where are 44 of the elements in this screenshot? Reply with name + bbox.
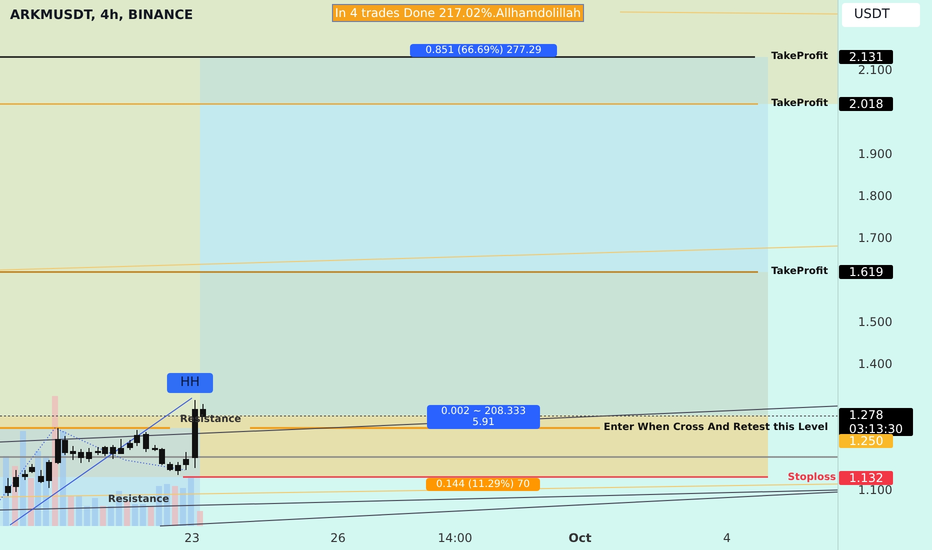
pivot-label: HH — [167, 373, 213, 393]
currency-label: USDT — [842, 3, 920, 27]
candle — [175, 462, 181, 476]
price-axis-label: 2.100 — [858, 63, 892, 77]
chart-annotation: Stoploss — [788, 471, 836, 485]
price-tag: 1.619 — [839, 265, 894, 279]
time-axis-label: 14:00 — [438, 531, 472, 545]
time-axis-label: 4 — [723, 531, 731, 545]
price-tag: 2.018 — [839, 97, 894, 111]
price-tag: 1.132 — [839, 471, 894, 485]
measure-label: 0.002 ~ 208.333 5.91 — [427, 405, 540, 429]
banner-label: In 4 trades Done 217.02%.Allhamdolillah — [332, 4, 584, 22]
chart-annotation: Enter When Cross And Retest this Level — [604, 421, 828, 435]
price-axis-label: 1.800 — [858, 189, 892, 203]
candle — [78, 448, 84, 464]
time-axis-label: 26 — [330, 531, 346, 545]
candle — [167, 462, 173, 472]
price-tag: 2.131 — [839, 50, 894, 64]
price-tag: 1.278 03:13:30 — [839, 408, 913, 436]
price-axis-label: 1.100 — [858, 483, 892, 497]
measure-label: 0.144 (11.29%) 70 — [426, 478, 540, 491]
chart-annotation: TakeProfit — [771, 50, 828, 64]
candle — [183, 452, 189, 470]
candle — [70, 446, 76, 460]
price-tag: 1.250 — [839, 434, 894, 448]
candle — [118, 438, 124, 454]
price-axis-label: 1.500 — [858, 315, 892, 329]
chart-annotation: TakeProfit — [771, 265, 828, 279]
candle — [110, 444, 116, 460]
time-axis-label: 23 — [184, 531, 200, 545]
measure-label: 0.851 (66.69%) 277.29 — [410, 44, 557, 57]
candle — [38, 470, 44, 484]
candle — [46, 460, 52, 488]
price-axis-label: 1.900 — [858, 147, 892, 161]
price-axis-label: 1.400 — [858, 357, 892, 371]
candle — [86, 448, 92, 462]
candle — [143, 432, 149, 452]
price-axis-label: 1.700 — [858, 231, 892, 245]
candle — [5, 478, 11, 496]
symbol-title: ARKMUSDT, 4h, BINANCE — [10, 7, 194, 25]
candle — [13, 470, 19, 492]
chart-annotation: Resistance — [108, 493, 170, 507]
time-axis-label: Oct — [568, 531, 592, 545]
chart-annotation: TakeProfit — [771, 97, 828, 111]
